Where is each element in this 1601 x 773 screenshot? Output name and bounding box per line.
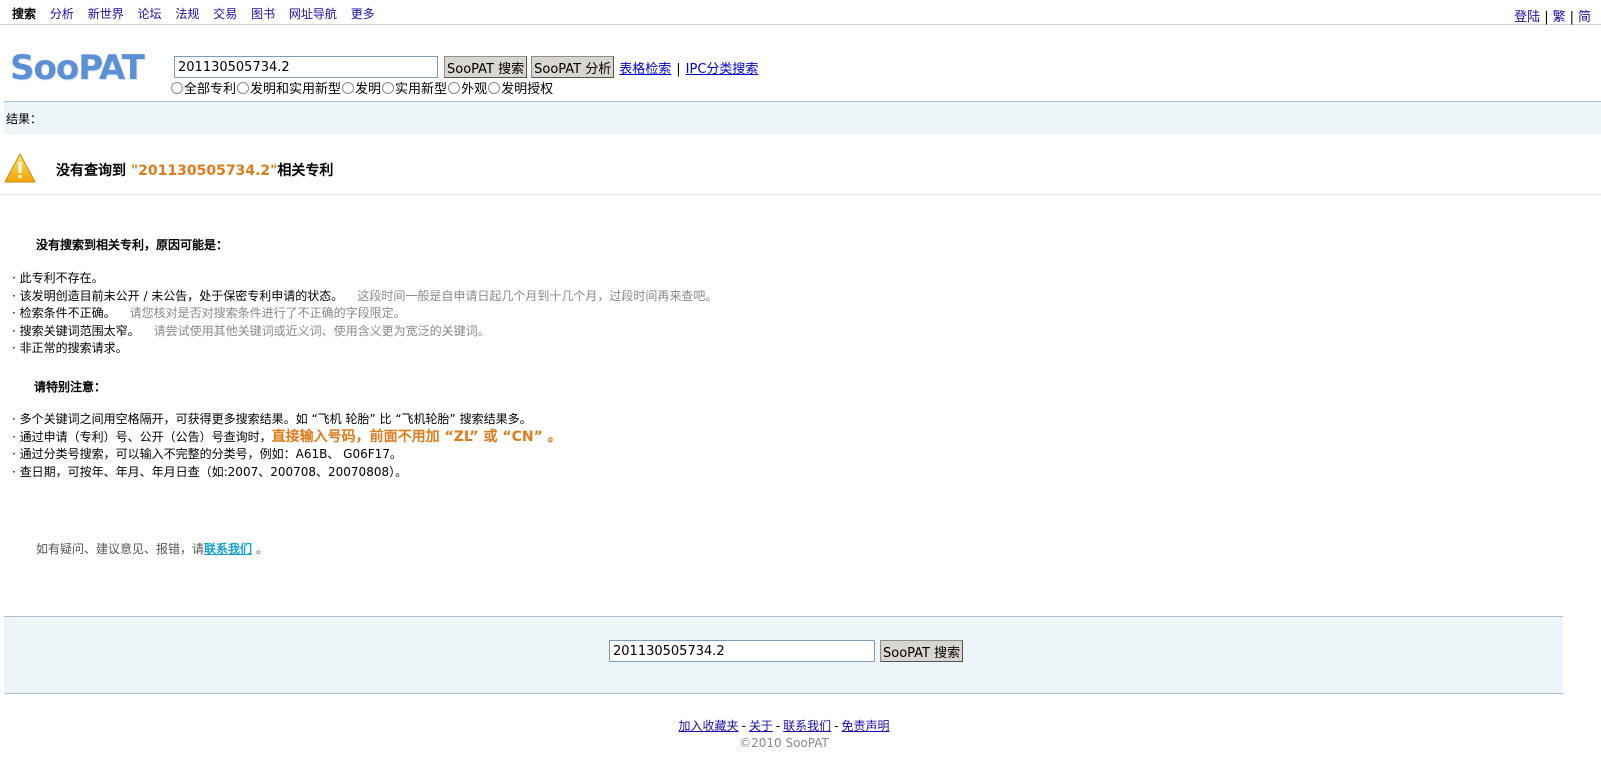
footer: 加入收藏夹 - 关于 - 联系我们 - 免责声明 ©2010 SooPAT <box>0 717 1568 750</box>
emphasis-text: 直接输入号码，前面不用加 “ZL” 或 “CN” 。 <box>271 428 562 445</box>
notes-list: · 多个关键词之间用空格隔开，可获得更多搜索结果。如 “飞机 轮胎” 比 “飞机… <box>12 411 562 481</box>
search-type-radios: 全部专利 发明和实用新型 发明 实用新型 外观 发明授权 <box>170 78 553 97</box>
copyright: ©2010 SooPAT <box>739 736 829 750</box>
footer-contact-link[interactable]: 联系我们 <box>783 719 831 733</box>
radio-circle-icon[interactable] <box>171 81 183 94</box>
contact-line: 如有疑问、建议意见、报错，请联系我们 。 <box>36 542 268 556</box>
soopat-analysis-button[interactable]: SooPAT 分析 <box>531 56 615 78</box>
notes-title: 请特别注意： <box>34 380 107 394</box>
ipc-search-link[interactable]: IPC分类搜索 <box>686 62 759 77</box>
list-item: · 检索条件不正确。 请您核对是否对搜索条件进行了不正确的字段限定。 <box>12 306 406 320</box>
radio-circle-icon[interactable] <box>488 81 501 94</box>
query-highlight: "201130505734.2" <box>130 163 278 179</box>
radio-invention-utility[interactable]: 发明和实用新型 <box>236 78 341 97</box>
separator: | <box>1544 10 1549 25</box>
radio-circle-icon[interactable] <box>448 81 461 94</box>
simplified-link[interactable]: 简 <box>1578 10 1591 25</box>
no-results-message: 没有查询到 "201130505734.2"相关专利 <box>56 163 334 179</box>
radio-circle-icon[interactable] <box>382 81 395 94</box>
nav-item-laws[interactable]: 法规 <box>175 7 199 21</box>
bottom-search-button[interactable]: SooPAT 搜索 <box>880 640 964 662</box>
nav-item-site-nav[interactable]: 网址导航 <box>289 7 337 21</box>
top-nav: 搜索 分析 新世界 论坛 法规 交易 图书 网址导航 更多 登陆 | 繁 | 简 <box>0 0 1601 25</box>
nav-right: 登陆 | 繁 | 简 <box>1514 6 1591 25</box>
nav-item-trade[interactable]: 交易 <box>213 7 237 21</box>
list-item: · 该发明创造目前未公开 / 未公告，处于保密专利申请的状态。 这段时间一般是自申… <box>12 288 718 303</box>
search-input[interactable] <box>174 56 438 78</box>
search-links: 表格检索 | IPC分类搜索 <box>619 58 758 77</box>
reasons-list: · 此专利不存在。 · 该发明创造目前未公开 / 未公告，处于保密专利申请的状态… <box>12 270 717 358</box>
nav-item-more[interactable]: 更多 <box>351 7 375 21</box>
list-item: · 通过分类号搜索，可以输入不完整的分类号，例如：A61B、 G06F17。 <box>12 447 402 461</box>
table-search-link[interactable]: 表格检索 <box>619 62 671 77</box>
nav-item-search[interactable]: 搜索 <box>12 7 36 21</box>
footer-disclaimer-link[interactable]: 免责声明 <box>842 719 890 733</box>
separator: | <box>676 61 681 77</box>
radio-all-patents[interactable]: 全部专利 <box>170 78 236 97</box>
traditional-link[interactable]: 繁 <box>1553 10 1566 25</box>
bottom-search: SooPAT 搜索 <box>609 640 964 662</box>
nav-item-analysis[interactable]: 分析 <box>50 7 74 21</box>
footer-bookmark-link[interactable]: 加入收藏夹 <box>678 719 738 733</box>
list-item: · 多个关键词之间用空格隔开，可获得更多搜索结果。如 “飞机 轮胎” 比 “飞机… <box>12 412 532 426</box>
results-bar: 结果： <box>4 101 1601 134</box>
list-item: · 此专利不存在。 <box>12 271 104 285</box>
radio-design[interactable]: 外观 <box>447 78 487 97</box>
radio-circle-icon[interactable] <box>342 81 355 94</box>
footer-about-link[interactable]: 关于 <box>749 719 773 733</box>
list-item: · 搜索关键词范围太窄。 请尝试使用其他关键词或近义词、使用含义更为宽泛的关键词。 <box>12 323 490 338</box>
list-item: · 通过申请（专利）号、公开（公告）号查询时，直接输入号码，前面不用加 “ZL”… <box>12 428 562 445</box>
login-link[interactable]: 登陆 <box>1514 10 1540 25</box>
radio-utility-model[interactable]: 实用新型 <box>381 78 447 97</box>
list-item: · 非正常的搜索请求。 <box>12 341 128 355</box>
nav-links: 搜索 分析 新世界 论坛 法规 交易 图书 网址导航 更多 <box>12 5 385 22</box>
soopat-logo[interactable]: SooPAT <box>10 48 145 88</box>
bottom-search-bar: SooPAT 搜索 <box>4 616 1563 694</box>
contact-us-link[interactable]: 联系我们 <box>204 542 252 556</box>
bottom-search-input[interactable] <box>609 640 875 662</box>
radio-circle-icon[interactable] <box>237 81 250 94</box>
list-item: · 查日期，可按年、年月、年月日查（如:2007、200708、20070808… <box>12 464 408 479</box>
radio-invention[interactable]: 发明 <box>341 78 381 97</box>
nav-item-new-world[interactable]: 新世界 <box>88 7 124 21</box>
search-row: SooPAT 搜索 SooPAT 分析 表格检索 | IPC分类搜索 <box>174 56 758 78</box>
soopat-search-button[interactable]: SooPAT 搜索 <box>444 56 528 78</box>
reasons-title: 没有搜索到相关专利，原因可能是： <box>36 238 229 252</box>
separator: | <box>1569 10 1574 25</box>
warning-icon <box>4 152 36 183</box>
results-label: 结果： <box>6 112 43 126</box>
radio-invention-granted[interactable]: 发明授权 <box>487 78 553 97</box>
no-results-notice: 没有查询到 "201130505734.2"相关专利 <box>0 148 1601 195</box>
nav-item-forum[interactable]: 论坛 <box>138 7 162 21</box>
footer-links: 加入收藏夹 - 关于 - 联系我们 - 免责声明 <box>678 719 890 733</box>
nav-item-books[interactable]: 图书 <box>251 7 275 21</box>
